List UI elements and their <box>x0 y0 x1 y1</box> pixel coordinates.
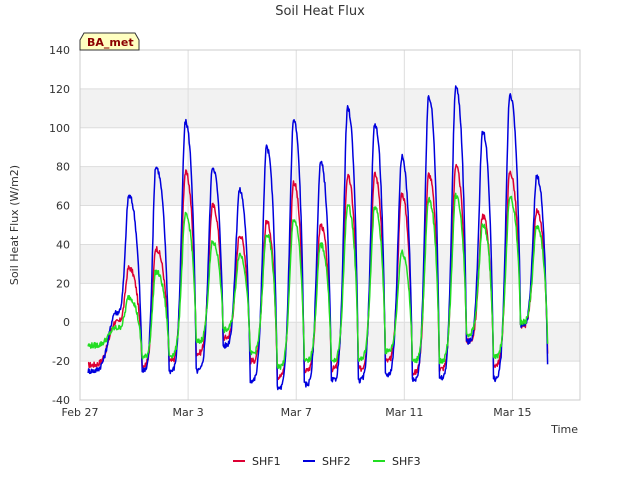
x-tick-label: Feb 27 <box>62 406 99 419</box>
plot-band <box>80 361 580 400</box>
legend-label-shf1: SHF1 <box>252 455 281 468</box>
y-tick-label: 60 <box>56 200 70 213</box>
x-axis-title: Time <box>550 423 578 436</box>
legend-label-shf2: SHF2 <box>322 455 351 468</box>
y-axis-title: Soil Heat Flux (W/m2) <box>8 165 21 285</box>
y-tick-label: 80 <box>56 161 70 174</box>
plot-band <box>80 127 580 167</box>
x-tick-label: Mar 3 <box>172 406 203 419</box>
chart-title: Soil Heat Flux <box>275 4 365 19</box>
y-tick-label: 0 <box>63 316 70 329</box>
y-tick-label: 100 <box>49 122 70 135</box>
y-tick-label: 120 <box>49 83 70 96</box>
y-tick-label: 140 <box>49 44 70 57</box>
plot-band <box>80 50 580 89</box>
legend: SHF1 SHF2 SHF3 <box>233 455 421 468</box>
plot-band <box>80 88 580 128</box>
x-tick-label: Mar 15 <box>493 406 531 419</box>
y-tick-label: -20 <box>52 355 70 368</box>
site-badge: BA_met <box>79 32 140 51</box>
site-badge-label: BA_met <box>87 36 134 49</box>
x-tick-label: Mar 11 <box>385 406 423 419</box>
legend-label-shf3: SHF3 <box>392 455 421 468</box>
y-axis-ticks: -40-20020406080100120140 <box>49 44 70 407</box>
x-tick-label: Mar 7 <box>281 406 312 419</box>
y-tick-label: 40 <box>56 238 70 251</box>
y-tick-label: 20 <box>56 277 70 290</box>
x-axis-ticks: Feb 27 Mar 3 Mar 7 Mar 11 Mar 15 <box>62 406 532 419</box>
soil-heat-flux-chart: Soil Heat Flux -40-20020406080100120140 … <box>8 4 581 468</box>
